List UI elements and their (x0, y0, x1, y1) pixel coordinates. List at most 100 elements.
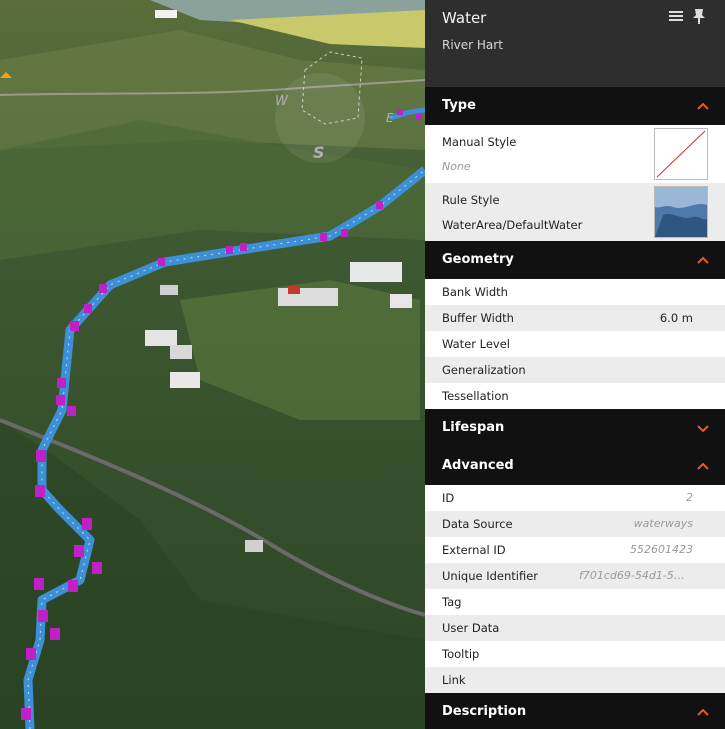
property-key: External ID (442, 543, 506, 557)
vertex-handle[interactable] (240, 243, 247, 251)
advanced-row-tooltip[interactable]: Tooltip (425, 641, 725, 667)
section-type-header[interactable]: Type (425, 87, 725, 125)
vertex-handle[interactable] (36, 450, 46, 462)
chevron-up-icon[interactable] (697, 707, 709, 717)
compass-west: W (275, 94, 289, 109)
section-advanced-title: Advanced (442, 458, 514, 473)
pin-icon[interactable] (689, 6, 709, 26)
building (155, 10, 177, 18)
advanced-row-id[interactable]: ID 2 (425, 485, 725, 511)
advanced-row-external-id[interactable]: External ID 552601423 (425, 537, 725, 563)
section-description-header[interactable]: Description (425, 693, 725, 729)
manual-style-row[interactable]: Manual Style None (425, 125, 725, 183)
terrain-3d-view[interactable]: W S E (0, 0, 425, 729)
section-lifespan-header[interactable]: Lifespan (425, 409, 725, 447)
property-value[interactable]: 2 (686, 491, 693, 504)
rule-style-swatch[interactable] (654, 186, 708, 238)
property-key: Water Level (442, 337, 511, 351)
vertex-handle[interactable] (84, 304, 92, 313)
building-roof (288, 286, 300, 294)
panel-title: Water (442, 9, 487, 27)
building (170, 345, 192, 359)
compass-south: S (313, 143, 325, 162)
map-viewport[interactable]: W S E (0, 0, 425, 729)
building (170, 372, 200, 388)
vertex-handle[interactable] (92, 562, 102, 574)
property-value[interactable]: waterways (634, 517, 693, 530)
property-key: Data Source (442, 517, 513, 531)
chevron-up-icon[interactable] (697, 255, 709, 265)
vertex-handle[interactable] (67, 406, 76, 416)
property-key: Tag (442, 595, 462, 609)
vertex-handle[interactable] (38, 610, 48, 622)
chevron-down-icon[interactable] (697, 423, 709, 433)
property-key: Tessellation (442, 389, 509, 403)
vertex-handle[interactable] (35, 485, 45, 497)
advanced-row-unique-identifier[interactable]: Unique Identifier f701cd69-54d1-50f2... (425, 563, 725, 589)
vertex-handle[interactable] (158, 258, 165, 266)
geometry-row-generalization[interactable]: Generalization (425, 357, 725, 383)
vertex-handle[interactable] (74, 545, 84, 557)
panel-header: Water River Hart (425, 0, 725, 87)
building (350, 262, 402, 282)
manual-style-value: None (442, 160, 471, 173)
manual-style-label: Manual Style (442, 135, 517, 149)
vertex-handle[interactable] (99, 284, 107, 293)
menu-icon[interactable] (666, 6, 686, 26)
property-key: Generalization (442, 363, 526, 377)
building (278, 288, 338, 306)
vertex-handle[interactable] (397, 109, 403, 115)
property-key: Tooltip (442, 647, 480, 661)
section-type-title: Type (442, 98, 476, 113)
rule-style-value: WaterArea/DefaultWater (442, 218, 583, 232)
vertex-handle[interactable] (56, 395, 65, 405)
property-value[interactable]: f701cd69-54d1-50f2... (579, 569, 691, 582)
building (145, 330, 177, 346)
vertex-handle[interactable] (82, 518, 92, 530)
vertex-handle[interactable] (320, 233, 327, 241)
property-key: Bank Width (442, 285, 508, 299)
manual-style-swatch[interactable] (654, 128, 708, 180)
section-geometry-title: Geometry (442, 252, 514, 267)
advanced-row-data-source[interactable]: Data Source waterways (425, 511, 725, 537)
section-geometry-header[interactable]: Geometry (425, 241, 725, 279)
compass-east: E (386, 111, 394, 125)
properties-panel: Water River Hart Type Manual Style None … (425, 0, 725, 729)
rule-style-label: Rule Style (442, 193, 500, 207)
advanced-row-link[interactable]: Link (425, 667, 725, 693)
vertex-handle[interactable] (26, 648, 36, 660)
vertex-handle[interactable] (416, 114, 422, 120)
geometry-row-bank-width[interactable]: Bank Width (425, 279, 725, 305)
geometry-row-buffer-width[interactable]: Buffer Width 6.0 m (425, 305, 725, 331)
vertex-handle[interactable] (50, 628, 60, 640)
section-advanced-header[interactable]: Advanced (425, 447, 725, 485)
vertex-handle[interactable] (57, 378, 66, 388)
vertex-handle[interactable] (21, 708, 31, 720)
property-value[interactable]: 552601423 (630, 543, 693, 556)
building (245, 540, 263, 552)
vertex-handle[interactable] (70, 321, 79, 331)
vertex-handle[interactable] (341, 229, 348, 237)
vertex-handle[interactable] (68, 580, 78, 592)
property-key: User Data (442, 621, 500, 635)
property-key: Link (442, 673, 466, 687)
vertex-handle[interactable] (376, 201, 383, 209)
advanced-row-tag[interactable]: Tag (425, 589, 725, 615)
geometry-row-water-level[interactable]: Water Level (425, 331, 725, 357)
property-key: Unique Identifier (442, 569, 539, 583)
rule-style-row[interactable]: Rule Style WaterArea/DefaultWater (425, 183, 725, 241)
vertex-handle[interactable] (34, 578, 44, 590)
section-description-title: Description (442, 704, 527, 719)
property-value[interactable]: 6.0 m (660, 311, 693, 325)
property-key: Buffer Width (442, 311, 514, 325)
chevron-up-icon[interactable] (697, 101, 709, 111)
vertex-handle[interactable] (226, 246, 233, 254)
building (160, 285, 178, 295)
section-lifespan-title: Lifespan (442, 420, 505, 435)
chevron-up-icon[interactable] (697, 461, 709, 471)
property-key: ID (442, 491, 455, 505)
advanced-row-user-data[interactable]: User Data (425, 615, 725, 641)
geometry-row-tessellation[interactable]: Tessellation (425, 383, 725, 409)
building (390, 294, 412, 308)
panel-subtitle: River Hart (442, 38, 503, 52)
